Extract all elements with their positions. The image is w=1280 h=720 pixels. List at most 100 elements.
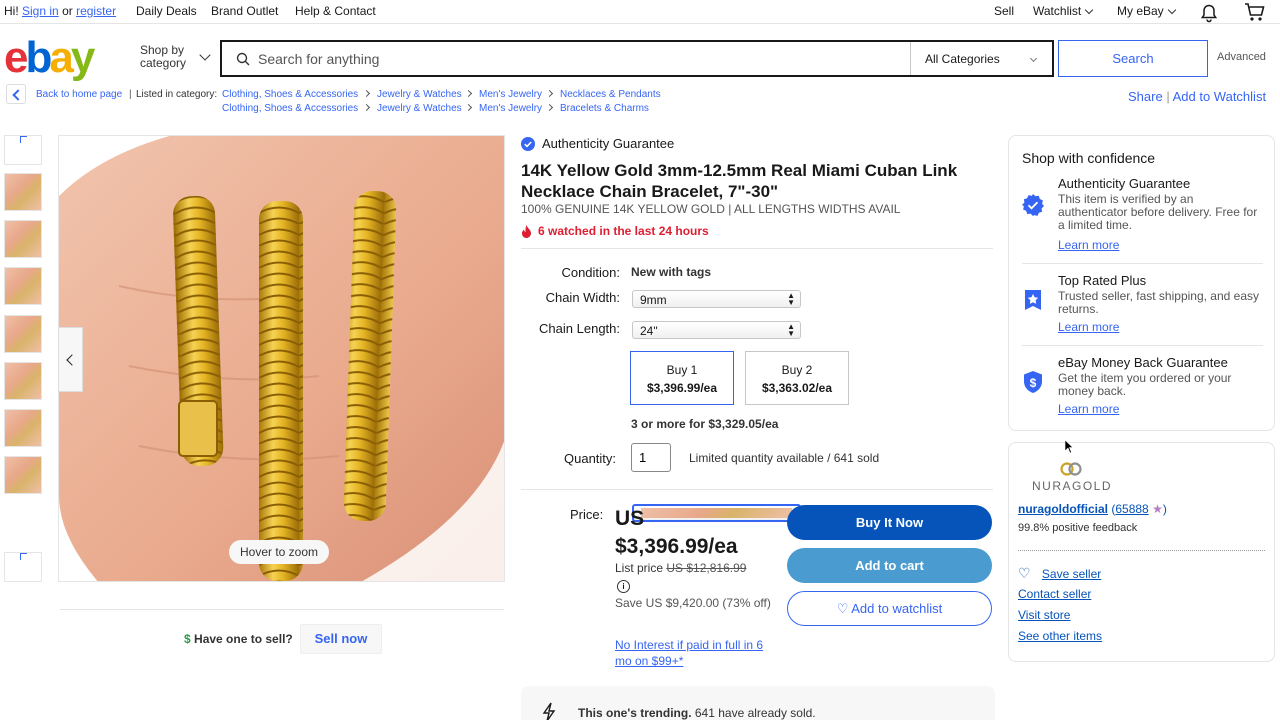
breadcrumb-row1-item[interactable]: Men's Jewelry — [479, 89, 542, 100]
select-arrows-icon: ▲ ▼ — [787, 291, 795, 307]
authenticity-guarantee-label: Authenticity Guarantee — [542, 136, 675, 151]
learn-more-link[interactable]: Learn more — [1058, 238, 1119, 252]
seller-name-link[interactable]: nuragoldofficial — [1018, 502, 1108, 516]
hover-to-zoom-hint: Hover to zoom — [229, 540, 330, 564]
add-to-watchlist-button[interactable]: ♡ Add to watchlist — [787, 591, 992, 626]
chevron-down-icon — [199, 49, 211, 61]
item-desc: Get the item you ordered or your money b… — [1058, 371, 1232, 398]
register-link[interactable]: register — [76, 4, 116, 18]
learn-more-link[interactable]: Learn more — [1058, 402, 1119, 416]
gallery-thumbnail[interactable] — [4, 173, 42, 211]
breadcrumb-row2-item[interactable]: Clothing, Shoes & Accessories — [222, 103, 358, 114]
main-product-image[interactable] — [58, 135, 505, 582]
breadcrumb-row1-item[interactable]: Clothing, Shoes & Accessories — [222, 89, 358, 100]
back-arrow-icon[interactable] — [6, 84, 26, 104]
breadcrumb-row1-item[interactable]: Jewelry & Watches — [377, 89, 462, 100]
my-ebay-menu[interactable]: My eBay — [1117, 4, 1176, 18]
add-to-watchlist-label: Add to watchlist — [851, 601, 943, 616]
breadcrumb-chevron-icon — [362, 102, 371, 113]
chain-length-value: 24" — [640, 324, 658, 338]
list-price-label: List price — [615, 561, 664, 575]
top-rated-badge-icon — [1025, 290, 1041, 310]
sign-in-link[interactable]: Sign in — [22, 4, 59, 18]
breadcrumb-chevron-icon — [545, 88, 554, 99]
gallery-thumbnail[interactable] — [4, 409, 42, 447]
learn-more-link[interactable]: Learn more — [1058, 320, 1119, 334]
thumbs-up-arrow-icon[interactable]: #x{} — [4, 135, 42, 165]
chain-length-label: Chain Length: — [539, 321, 620, 336]
top-bar: Hi! Sign in or register Daily Deals Bran… — [0, 0, 1280, 24]
buy-2-option[interactable]: Buy 2 $3,363.02/ea — [745, 351, 849, 405]
price-amount: $3,396.99/ea — [615, 535, 738, 558]
advanced-search-link[interactable]: Advanced — [1217, 51, 1266, 63]
trending-banner: This one's trending. 641 have already so… — [521, 686, 995, 720]
thumbs-down-arrow-icon[interactable] — [4, 552, 42, 582]
quantity-input[interactable] — [631, 443, 671, 472]
buy-1-price: $3,396.99/ea — [646, 381, 718, 395]
previous-image-button[interactable] — [58, 327, 83, 392]
bell-icon[interactable] — [1199, 3, 1219, 23]
visit-store-link[interactable]: Visit store — [1018, 608, 1070, 622]
back-to-home-link[interactable]: Back to home page — [36, 89, 122, 100]
contact-seller-link[interactable]: Contact seller — [1018, 587, 1091, 601]
chain-length-select[interactable]: 24" ▲ ▼ — [632, 321, 801, 339]
chain-width-label: Chain Width: — [545, 290, 620, 305]
buy-it-now-button[interactable]: Buy It Now — [787, 505, 992, 540]
price-label: Price: — [570, 507, 604, 522]
item-desc: Trusted seller, fast shipping, and easy … — [1058, 289, 1259, 316]
buy-1-label: Buy 1 — [666, 363, 698, 377]
gallery-thumbnail[interactable] — [4, 220, 42, 258]
seller-score-link[interactable]: 65888 — [1115, 502, 1148, 516]
divider — [521, 248, 993, 249]
chain-width-select[interactable]: 9mm ▲ ▼ — [632, 290, 801, 308]
gallery-thumbnail[interactable] — [4, 456, 42, 494]
breadcrumb-chevron-icon — [545, 102, 554, 113]
breadcrumb-row2-item[interactable]: Men's Jewelry — [479, 103, 542, 114]
seller-logo-text: NURAGOLD — [1032, 479, 1113, 493]
condition-label: Condition: — [561, 265, 620, 280]
divider — [1022, 263, 1263, 264]
sell-link[interactable]: Sell — [994, 4, 1014, 18]
heart-icon: ♡ — [836, 601, 849, 616]
add-to-cart-button[interactable]: Add to cart — [787, 548, 992, 583]
buy-2-price: $3,363.02/ea — [761, 381, 833, 395]
breadcrumb-row2-item[interactable]: Bracelets & Charms — [560, 103, 649, 114]
breadcrumb-row2-item[interactable]: Jewelry & Watches — [377, 103, 462, 114]
flame-icon — [522, 224, 531, 238]
info-icon[interactable]: i — [617, 580, 630, 593]
search-input[interactable] — [258, 48, 898, 70]
gallery-thumbnail[interactable] — [4, 315, 42, 353]
share-link[interactable]: Share — [1128, 89, 1163, 104]
verified-badge-icon — [1022, 194, 1044, 216]
daily-deals-link[interactable]: Daily Deals — [136, 4, 197, 18]
shop-by-line2: category — [140, 56, 187, 70]
see-other-items-link[interactable]: See other items — [1018, 629, 1102, 643]
ebay-logo[interactable]: ebay — [4, 36, 95, 80]
sell-now-button[interactable]: Sell now — [300, 624, 382, 654]
search-button[interactable]: Search — [1058, 40, 1208, 77]
have-one-to-sell: $ Have one to sell? — [184, 632, 293, 646]
gallery-thumbnail[interactable] — [4, 267, 42, 305]
quantity-label: Quantity: — [564, 451, 617, 466]
no-interest-link[interactable]: No Interest if paid in full in 6 mo on $… — [615, 637, 783, 669]
brand-outlet-link[interactable]: Brand Outlet — [211, 4, 278, 18]
item-subtitle: 100% GENUINE 14K YELLOW GOLD | ALL LENGT… — [521, 202, 901, 216]
save-seller-button[interactable]: ♡ Save seller — [1018, 565, 1101, 582]
gallery-thumbnail[interactable] — [4, 362, 42, 400]
chain-width-value: 9mm — [640, 293, 667, 307]
cart-icon[interactable] — [1244, 2, 1266, 22]
greeting-text: Hi! — [4, 4, 19, 18]
have-one-to-sell-label: Have one to sell? — [194, 632, 293, 646]
divider — [1022, 345, 1263, 346]
shop-by-category-button[interactable]: Shop by category — [140, 44, 186, 70]
breadcrumb-row1-item[interactable]: Necklaces & Pendants — [560, 89, 661, 100]
add-to-watchlist-link[interactable]: Add to Watchlist — [1173, 89, 1266, 104]
chevron-down-icon — [1029, 54, 1038, 63]
buy-1-option[interactable]: Buy 1 $3,396.99/ea — [630, 351, 734, 405]
seller-logo[interactable]: NURAGOLD — [1024, 460, 1120, 496]
category-select[interactable]: All Categories — [910, 42, 1052, 75]
help-contact-link[interactable]: Help & Contact — [295, 4, 376, 18]
watched-alert: 6 watched in the last 24 hours — [521, 224, 709, 238]
authenticity-row: Authenticity Guarantee — [521, 136, 674, 151]
watchlist-menu[interactable]: Watchlist — [1033, 4, 1094, 18]
